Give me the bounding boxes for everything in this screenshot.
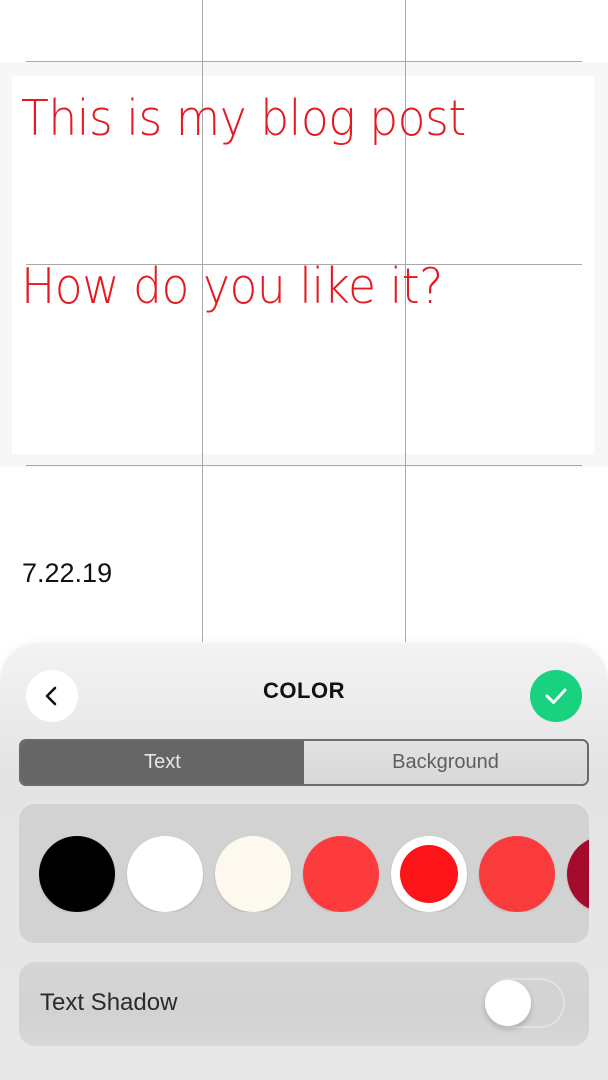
panel-title: COLOR	[263, 678, 345, 703]
text-shadow-toggle[interactable]	[485, 978, 565, 1028]
grid-guide-horizontal	[26, 465, 582, 466]
tab-text[interactable]: Text	[21, 741, 304, 784]
blog-text-line[interactable]: This is my blog post	[21, 90, 466, 147]
grid-guide-horizontal	[26, 61, 582, 62]
blog-text-line[interactable]: How do you like it?	[21, 258, 443, 315]
color-swatch-crimson[interactable]	[567, 836, 589, 912]
text-shadow-row: Text Shadow	[19, 962, 589, 1046]
color-swatch-bright-red[interactable]	[391, 836, 467, 912]
color-swatch-row[interactable]	[39, 836, 589, 912]
date-label[interactable]: 7.22.19	[22, 558, 112, 589]
tab-background[interactable]: Background	[304, 741, 587, 784]
color-swatch-coral-red[interactable]	[303, 836, 379, 912]
color-swatch-cream[interactable]	[215, 836, 291, 912]
text-background-segmented-control: Text Background	[19, 739, 589, 786]
checkmark-icon	[545, 688, 567, 704]
selected-swatch-fill	[400, 845, 458, 903]
text-shadow-label: Text Shadow	[40, 989, 178, 1016]
color-swatch-tomato-red[interactable]	[479, 836, 555, 912]
toggle-knob[interactable]	[485, 980, 531, 1026]
confirm-button[interactable]	[530, 670, 582, 722]
color-swatch-black[interactable]	[39, 836, 115, 912]
color-swatch-white[interactable]	[127, 836, 203, 912]
color-swatch-panel	[19, 804, 589, 943]
